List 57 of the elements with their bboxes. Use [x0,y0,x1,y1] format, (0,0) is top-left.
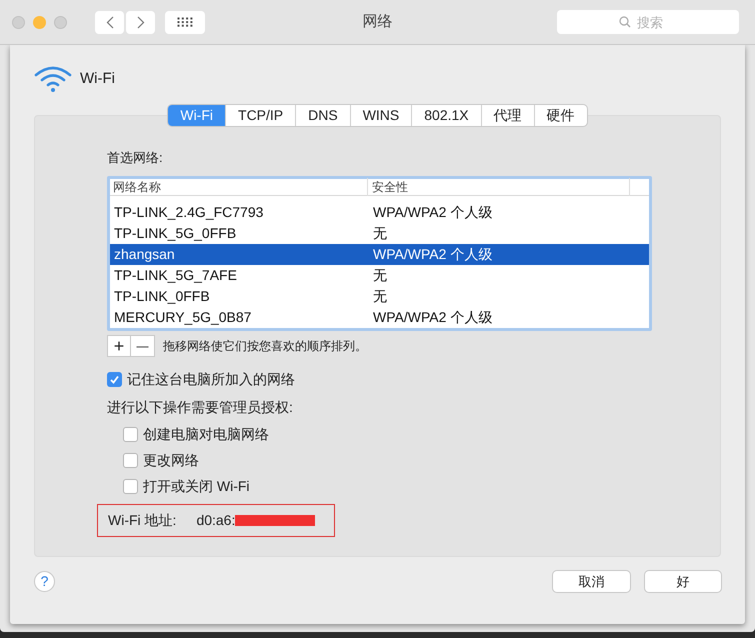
network-name: TP-LINK_5G_0FFB [113,224,238,243]
network-row[interactable]: TP-LINK_5G_0FFB 无 [110,222,649,244]
add-button[interactable]: + [107,334,131,356]
checkmark-icon [109,374,120,384]
remove-button[interactable]: — [131,334,155,356]
admin-option-label: 创建电脑对电脑网络 [143,424,269,444]
checkbox[interactable] [123,426,138,442]
cancel-button[interactable]: 取消 [553,571,630,592]
forward-button[interactable] [126,10,155,34]
tab[interactable]: WINS [350,105,412,126]
security-type: WPA/WPA2 个人级 [372,244,492,264]
admin-option-label: 打开或关闭 Wi-Fi [143,476,250,496]
show-all-button[interactable] [165,10,205,34]
checkbox[interactable] [123,452,138,468]
chevron-left-icon [106,16,114,28]
network-row[interactable]: zhangsan WPA/WPA2 个人级 [110,244,649,264]
tab[interactable]: DNS [296,105,351,126]
preferred-networks-label: 首选网络: [107,149,164,167]
tab[interactable]: 802.1X [412,105,482,126]
network-row[interactable]: MERCURY_5G_0B87 WPA/WPA2 个人级 [110,306,649,328]
chevron-right-icon [136,16,144,28]
security-type: 无 [372,286,387,306]
admin-required-label: 进行以下操作需要管理员授权: [107,398,294,416]
help-button[interactable]: ? [34,571,55,592]
window-title: 网络 [362,12,392,32]
column-header[interactable]: 网络名称 [110,178,368,196]
network-row[interactable]: TP-LINK_0FFB 无 [110,286,649,306]
security-type: 无 [372,224,387,242]
reorder-hint: 拖移网络使它们按您喜欢的顺序排列。 [163,338,367,354]
security-type: WPA/WPA2 个人级 [372,202,492,222]
grid-icon [177,17,193,27]
wifi-address-value: d0:a6: [196,510,236,530]
sheet-title: Wi-Fi [80,68,115,89]
tab[interactable]: 硬件 [534,105,587,126]
back-button[interactable] [95,10,124,34]
network-name: TP-LINK_2.4G_FC7793 [113,202,264,222]
wifi-address-label: Wi-Fi 地址: [108,510,176,530]
checkbox[interactable] [107,372,122,386]
security-type: WPA/WPA2 个人级 [372,308,492,326]
network-name: TP-LINK_5G_7AFE [113,266,238,285]
window-control-button[interactable] [33,16,46,28]
network-row[interactable]: TP-LINK_2.4G_FC7793 WPA/WPA2 个人级 [110,202,649,222]
network-name: MERCURY_5G_0B87 [113,308,252,327]
network-name: zhangsan [113,244,176,264]
column-header[interactable]: 安全性 [368,178,630,196]
security-type: 无 [372,266,387,284]
remember-networks-label: 记住这台电脑所加入的网络 [127,370,295,388]
admin-option-label: 更改网络 [143,450,199,470]
ok-button[interactable]: 好 [645,571,721,592]
network-row[interactable]: TP-LINK_5G_7AFE 无 [110,264,649,286]
network-name: TP-LINK_0FFB [113,286,211,306]
search-icon [619,16,631,28]
wifi-icon [34,65,72,93]
search-field[interactable]: 搜索 [557,10,739,34]
checkbox[interactable] [123,478,138,494]
tab[interactable]: 代理 [482,105,535,126]
tab[interactable]: TCP/IP [226,105,296,126]
